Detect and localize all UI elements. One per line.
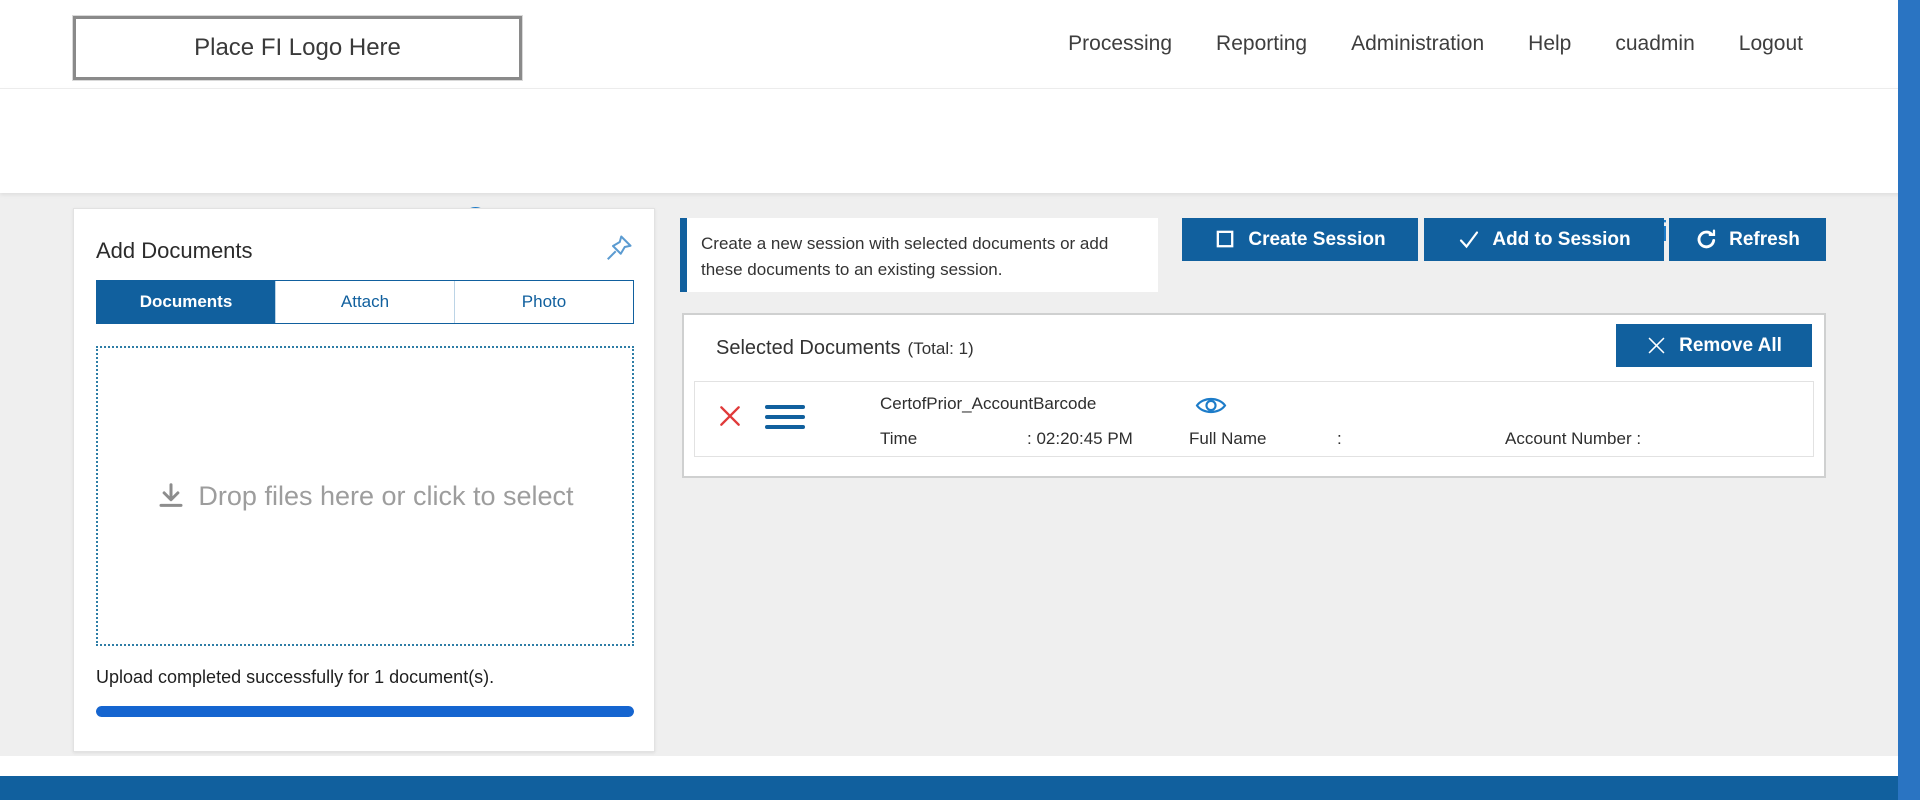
- fi-logo-placeholder: Place FI Logo Here: [73, 16, 522, 80]
- checkmark-icon: [1457, 228, 1481, 252]
- upload-progress-bar: [96, 706, 634, 717]
- nav-item-administration[interactable]: Administration: [1351, 32, 1484, 56]
- add-to-session-button[interactable]: Add to Session: [1424, 218, 1664, 261]
- refresh-button[interactable]: Refresh: [1669, 218, 1826, 261]
- refresh-label: Refresh: [1729, 229, 1800, 251]
- close-icon: [1646, 335, 1667, 356]
- fi-logo-text: Place FI Logo Here: [194, 34, 401, 62]
- main-nav: Processing Reporting Administration Help…: [1068, 0, 1803, 88]
- nav-item-logout[interactable]: Logout: [1739, 32, 1803, 56]
- time-label: Time: [880, 429, 917, 449]
- selected-documents-total: (Total: 1): [908, 339, 974, 359]
- create-session-label: Create Session: [1248, 229, 1385, 251]
- upload-status-text: Upload completed successfully for 1 docu…: [96, 667, 494, 688]
- add-documents-tabs: Documents Attach Photo: [96, 280, 634, 324]
- selected-documents-title: Selected Documents (Total: 1): [716, 337, 974, 360]
- refresh-icon: [1695, 228, 1718, 251]
- page-header: Collected Documents i Kinective Sign: [0, 88, 1920, 193]
- scrollbar[interactable]: [1898, 0, 1920, 800]
- remove-all-button[interactable]: Remove All: [1616, 324, 1812, 367]
- upload-progress-fill: [96, 706, 634, 717]
- nav-item-processing[interactable]: Processing: [1068, 32, 1172, 56]
- footer-bar: [0, 776, 1920, 800]
- tab-documents[interactable]: Documents: [97, 281, 275, 323]
- tab-attach[interactable]: Attach: [275, 281, 454, 323]
- nav-item-cuadmin[interactable]: cuadmin: [1615, 32, 1694, 56]
- time-value: : 02:20:45 PM: [1027, 429, 1133, 449]
- nav-item-help[interactable]: Help: [1528, 32, 1571, 56]
- add-to-session-label: Add to Session: [1492, 229, 1630, 251]
- create-session-button[interactable]: Create Session: [1182, 218, 1418, 261]
- app-root: Place FI Logo Here Processing Reporting …: [0, 0, 1920, 800]
- top-bar: Place FI Logo Here Processing Reporting …: [0, 0, 1920, 88]
- file-dropzone[interactable]: Drop files here or click to select: [96, 346, 634, 646]
- square-icon: [1214, 228, 1237, 251]
- dropzone-text: Drop files here or click to select: [198, 481, 573, 512]
- full-name-label: Full Name: [1189, 429, 1266, 449]
- selected-document-row: CertofPrior_AccountBarcode Time : 02:20:…: [694, 381, 1814, 457]
- preview-eye-icon[interactable]: [1195, 394, 1227, 417]
- account-number-label: Account Number :: [1505, 429, 1641, 449]
- tab-photo[interactable]: Photo: [454, 281, 633, 323]
- remove-all-label: Remove All: [1679, 335, 1782, 357]
- session-info-message: Create a new session with selected docum…: [680, 218, 1158, 292]
- remove-document-icon[interactable]: [717, 403, 743, 429]
- selected-documents-title-text: Selected Documents: [716, 337, 901, 360]
- add-documents-card: Add Documents Documents Attach Photo Dro…: [73, 208, 655, 752]
- nav-item-reporting[interactable]: Reporting: [1216, 32, 1307, 56]
- add-documents-title: Add Documents: [96, 238, 253, 264]
- download-icon: [156, 481, 186, 511]
- document-name: CertofPrior_AccountBarcode: [880, 394, 1096, 414]
- full-name-value: :: [1337, 429, 1342, 449]
- pin-icon[interactable]: [604, 233, 634, 263]
- selected-documents-panel: Selected Documents (Total: 1) Remove All…: [682, 313, 1826, 478]
- drag-handle-icon[interactable]: [765, 405, 805, 429]
